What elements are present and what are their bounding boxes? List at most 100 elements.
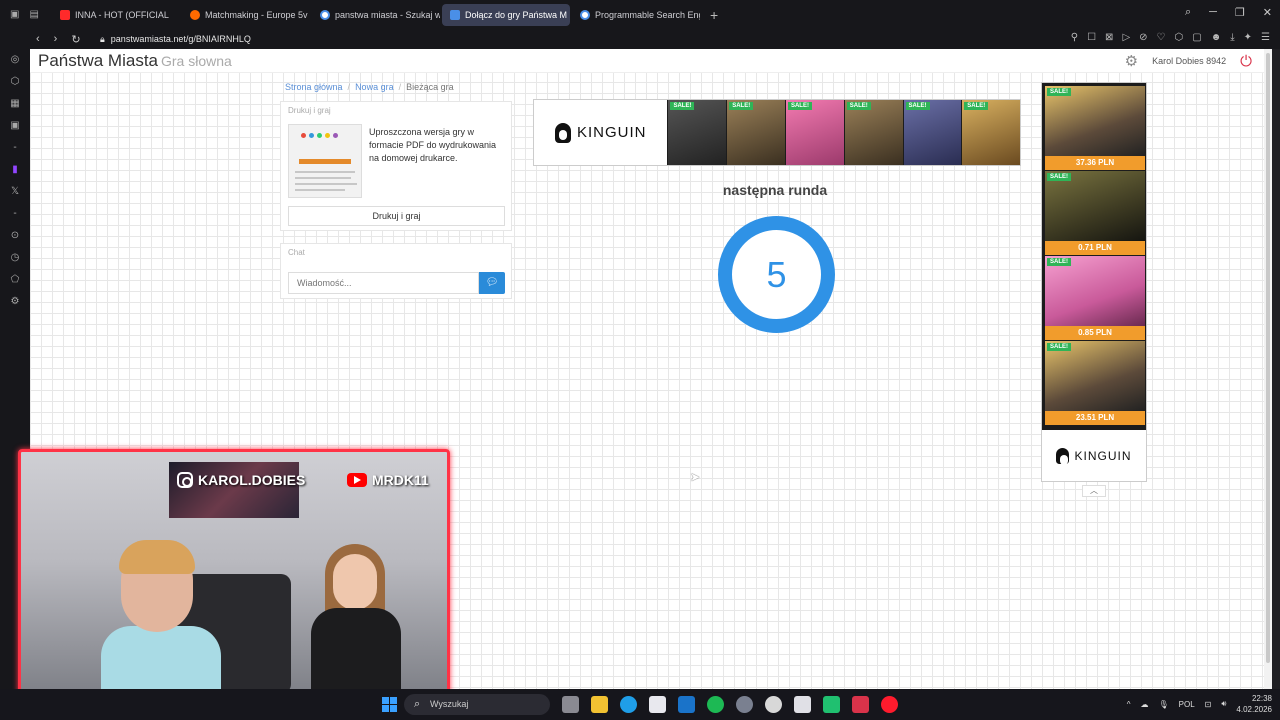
wall-poster (169, 462, 299, 518)
kinguin-logo[interactable]: KINGUIN (1042, 430, 1146, 481)
tab-1[interactable]: Matchmaking - Europe 5v (182, 4, 310, 26)
gear-icon[interactable]: ⚙ (1125, 52, 1138, 70)
steam-icon[interactable] (765, 696, 782, 713)
download-icon[interactable]: ⤓ (1230, 32, 1234, 43)
side-ad-item[interactable]: SALE! 0.71 PLN (1045, 171, 1145, 255)
bookmark-icon[interactable]: ☐ (1087, 32, 1096, 43)
instagram-text: KAROL.DOBIES (198, 472, 306, 488)
language-indicator[interactable]: POL (1179, 700, 1195, 709)
tab-3[interactable]: Dołącz do gry Państwa M (442, 3, 570, 26)
heart-icon[interactable]: ♡ (1157, 32, 1166, 43)
kinguin-banner-ad[interactable]: KINGUIN SALE! SALE! SALE! SALE! SALE! SA… (533, 99, 1021, 166)
sidebar-aria-icon[interactable]: ◎ (0, 49, 30, 71)
microphone-icon[interactable]: 🎙︎ (1158, 700, 1168, 709)
task-view-icon[interactable] (562, 696, 579, 713)
sidebar-crypto-icon[interactable]: ⬡ (0, 71, 30, 93)
tab-label: Dołącz do gry Państwa M (465, 9, 568, 20)
maximize-icon[interactable]: ❐ (1235, 6, 1245, 19)
power-icon[interactable]: ⏻ (1240, 53, 1252, 70)
store-icon[interactable] (649, 696, 666, 713)
sidebar-divider: ‐ (13, 142, 17, 153)
adblock-icon[interactable]: ⊠ (1105, 32, 1113, 43)
sidebar-extensions-icon[interactable]: ⬠ (0, 269, 30, 291)
volume-icon[interactable]: 🔊︎ (1221, 699, 1226, 709)
game-cover (1045, 256, 1145, 326)
ad-game-tile[interactable]: SALE! (785, 100, 844, 165)
chat-message-input[interactable] (288, 272, 479, 294)
sidebar-player-icon[interactable]: ⊙ (0, 225, 30, 247)
settings-icon[interactable] (736, 696, 753, 713)
cloud-icon[interactable]: ☁ (1140, 700, 1148, 709)
ad-game-tile[interactable]: SALE! (903, 100, 962, 165)
extensions-icon[interactable]: ⬡ (1175, 32, 1184, 43)
sidebar-twitch-icon[interactable]: ▮ (0, 159, 30, 181)
side-ad-item[interactable]: SALE! 37.36 PLN (1045, 86, 1145, 170)
snapshot-icon[interactable]: ▢ (1192, 32, 1201, 43)
shield-icon[interactable] (852, 696, 869, 713)
penguin-icon (1056, 447, 1070, 465)
google-tab-icon (320, 9, 330, 20)
file-explorer-icon[interactable] (591, 696, 608, 713)
side-ad-item[interactable]: SALE! 23.51 PLN (1045, 341, 1145, 425)
sidebar-x-icon[interactable]: 𝕏 (0, 181, 30, 203)
edge-icon[interactable] (620, 696, 637, 713)
new-tab-icon[interactable]: + (702, 7, 726, 23)
tab-2[interactable]: panstwa miasta - Szukaj w (312, 4, 440, 26)
opera-icon[interactable] (881, 696, 898, 713)
windows-start-icon[interactable] (382, 697, 397, 712)
browser-tab-bar: ▣ ▤ INNA - HOT (OFFICIAL Matchmaking - E… (0, 0, 1280, 29)
back-icon[interactable]: ‹ (36, 33, 40, 46)
breadcrumb-home[interactable]: Strona główna (285, 82, 343, 92)
scrollbar-thumb[interactable] (1266, 53, 1270, 663)
sidebar-games-icon[interactable]: ▦ (0, 93, 30, 115)
tab-4[interactable]: Programmable Search Eng (572, 4, 700, 26)
ad-game-tile[interactable]: SALE! (668, 100, 727, 165)
collapse-ad-button[interactable]: ︿ (1082, 485, 1106, 497)
outlook-icon[interactable] (678, 696, 695, 713)
window-controls: ⌕ ─ ❐ ✕ (1185, 6, 1272, 19)
minimize-icon[interactable]: ─ (1209, 6, 1217, 19)
taskbar-search[interactable]: Wyszukaj (404, 694, 550, 715)
search-icon[interactable]: ⌕ (1185, 6, 1191, 19)
app-green-icon[interactable] (823, 696, 840, 713)
vpn-icon[interactable]: ⊘ (1139, 32, 1147, 43)
pin-icon[interactable]: ⚲ (1071, 32, 1078, 43)
ad-game-tile[interactable]: SALE! (844, 100, 903, 165)
spotify-icon[interactable] (707, 696, 724, 713)
reload-icon[interactable]: ↻ (71, 33, 80, 46)
sidebar-settings-icon[interactable]: ⚙ (0, 291, 30, 313)
chevron-up-icon[interactable]: ^ (1127, 700, 1131, 709)
system-clock[interactable]: 22:38 4.02.2026 (1236, 693, 1272, 715)
ad-game-tile[interactable]: SALE! (727, 100, 785, 165)
site-brand[interactable]: Państwa Miasta Gra słowna (38, 51, 232, 71)
breadcrumb-current: Bieżąca gra (406, 82, 454, 92)
url-field[interactable]: 🔒︎ panstwamiasta.net/g/BNIAIRNHLQ (100, 34, 251, 45)
logitech-icon[interactable] (794, 696, 811, 713)
player-icon[interactable]: ▷ (1122, 32, 1130, 43)
side-ad-item[interactable]: SALE! 0.85 PLN (1045, 256, 1145, 340)
breadcrumb-new-game[interactable]: Nowa gra (355, 82, 394, 92)
profile-icon[interactable]: ☻ (1211, 32, 1222, 43)
print-and-play-button[interactable]: Drukuj i graj (288, 206, 505, 226)
sidebar-toggle-icon[interactable]: ▣ (10, 9, 19, 20)
workspaces-icon[interactable]: ▤ (29, 9, 38, 20)
print-panel-title: Drukuj i graj (288, 106, 331, 115)
page-scrollbar[interactable] (1264, 49, 1272, 689)
forward-icon[interactable]: › (54, 33, 58, 46)
user-name[interactable]: Karol Dobies 8942 (1152, 56, 1226, 66)
tab-0[interactable]: INNA - HOT (OFFICIAL (52, 4, 180, 26)
close-icon[interactable]: ✕ (1263, 6, 1272, 19)
ai-icon[interactable]: ✦ (1244, 32, 1252, 43)
chat-send-button[interactable]: 💬︎ (479, 272, 505, 294)
clock-date: 4.02.2026 (1236, 705, 1272, 714)
kinguin-side-ad[interactable]: SALE! 37.36 PLN SALE! 0.71 PLN SALE! 0.8… (1041, 82, 1147, 482)
sidebar-history-icon[interactable]: ◷ (0, 247, 30, 269)
system-tray: ^ ☁ 🎙︎ POL ⊡ 🔊︎ 22:38 4.02.2026 (1127, 693, 1272, 715)
sidebar-messenger-icon[interactable]: ▣ (0, 115, 30, 137)
network-icon[interactable]: ⊡ (1205, 700, 1212, 709)
preview-dots (301, 133, 338, 138)
ad-game-tile[interactable]: SALE! (962, 100, 1021, 165)
menu-icon[interactable]: ☰ (1261, 32, 1270, 43)
tab-label: panstwa miasta - Szukaj w (335, 9, 440, 20)
kinguin-logo[interactable]: KINGUIN (534, 100, 668, 165)
